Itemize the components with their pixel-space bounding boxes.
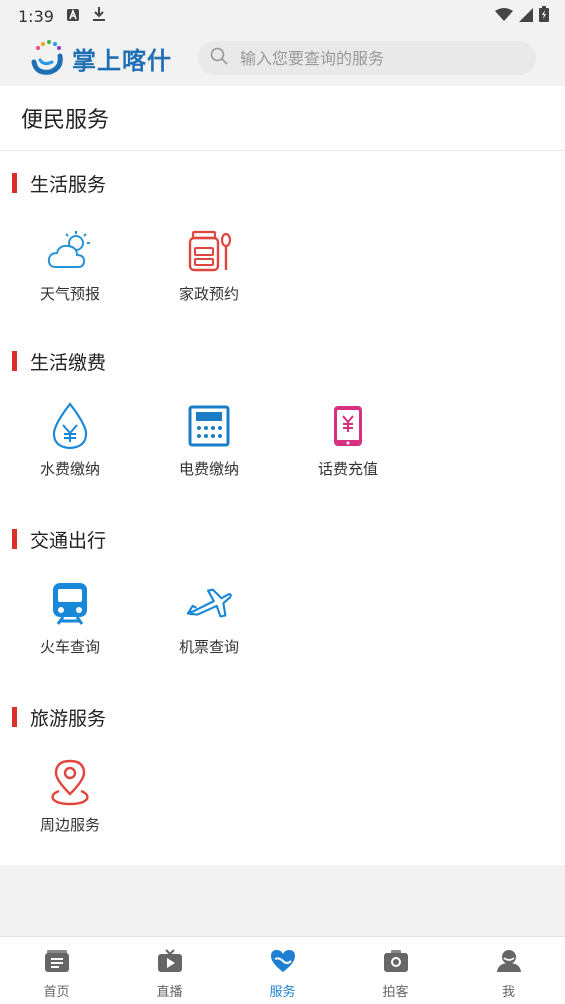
location-pin-icon — [46, 758, 94, 806]
divider — [0, 150, 565, 151]
service-item-flight[interactable]: 机票查询 — [159, 580, 259, 657]
section-marker — [12, 173, 17, 193]
service-item-label: 电费缴纳 — [178, 460, 239, 478]
search-icon — [210, 47, 228, 69]
housekeeping-icon — [185, 227, 233, 275]
signal-icon — [519, 7, 533, 26]
service-item-nearby[interactable]: 周边服务 — [20, 758, 120, 835]
service-item-electricity-bill[interactable]: 电费缴纳 — [159, 402, 259, 479]
section-marker — [12, 707, 17, 727]
service-item-label: 话费充值 — [317, 460, 378, 478]
status-time: 1:39 — [18, 6, 54, 26]
notification-a-icon — [66, 7, 80, 26]
section-title: 旅游服务 — [30, 707, 107, 730]
service-item-phone-recharge[interactable]: 话费充值 — [298, 402, 398, 479]
tab-label: 拍客 — [382, 985, 409, 1000]
section-title: 生活缴费 — [30, 351, 107, 374]
service-item-housekeeping[interactable]: 家政预约 — [159, 227, 259, 304]
home-icon — [44, 949, 70, 977]
section-header: 交通出行 — [12, 528, 107, 552]
service-content: 便民服务 生活服务 天气预报 家政预约 生活缴费 水费缴纳 电费缴纳 话费充值 … — [0, 86, 565, 865]
service-item-label: 周边服务 — [39, 816, 100, 834]
search-input[interactable] — [238, 47, 502, 69]
page-title: 便民服务 — [21, 108, 110, 133]
service-item-label: 天气预报 — [39, 285, 100, 303]
electricity-bill-icon — [185, 402, 233, 450]
service-item-label: 火车查询 — [39, 638, 100, 656]
service-item-label: 家政预约 — [178, 285, 239, 303]
section-header: 生活缴费 — [12, 350, 107, 374]
battery-icon — [539, 6, 549, 26]
section-header: 生活服务 — [12, 172, 107, 196]
heart-service-icon — [270, 949, 296, 977]
tab-service[interactable]: 服务 — [226, 937, 339, 1004]
train-icon — [46, 580, 94, 628]
logo-text: 掌上喀什 — [72, 46, 172, 75]
app-header: 掌上喀什 — [0, 32, 565, 86]
section-title: 交通出行 — [30, 529, 107, 552]
service-item-train[interactable]: 火车查询 — [20, 580, 120, 657]
wifi-icon — [495, 7, 513, 26]
logo-mark-icon — [28, 36, 68, 80]
user-icon — [496, 949, 522, 977]
tab-home[interactable]: 首页 — [0, 937, 113, 1004]
airplane-icon — [185, 580, 233, 628]
live-tv-icon — [157, 949, 183, 977]
section-header: 旅游服务 — [12, 706, 107, 730]
phone-recharge-icon — [324, 402, 372, 450]
camera-icon — [383, 949, 409, 977]
water-bill-icon — [46, 402, 94, 450]
app-logo[interactable]: 掌上喀什 — [28, 36, 172, 80]
section-marker — [12, 529, 17, 549]
section-title: 生活服务 — [30, 173, 107, 196]
tab-snapshot[interactable]: 拍客 — [339, 937, 452, 1004]
tab-label: 服务 — [269, 985, 296, 1000]
search-bar[interactable] — [198, 41, 536, 75]
tab-label: 我 — [501, 985, 515, 1000]
section-marker — [12, 351, 17, 371]
weather-icon — [46, 227, 94, 275]
service-item-label: 机票查询 — [178, 638, 239, 656]
bottom-tab-bar: 首页 直播 服务 拍客 我 — [0, 936, 565, 1004]
service-item-water-bill[interactable]: 水费缴纳 — [20, 402, 120, 479]
tab-label: 首页 — [43, 985, 70, 1000]
tab-live[interactable]: 直播 — [113, 937, 226, 1004]
tab-me[interactable]: 我 — [452, 937, 565, 1004]
status-bar: 1:39 — [0, 0, 565, 32]
download-icon — [92, 6, 106, 26]
service-item-weather[interactable]: 天气预报 — [20, 227, 120, 304]
tab-label: 直播 — [156, 985, 183, 1000]
service-item-label: 水费缴纳 — [39, 460, 100, 478]
